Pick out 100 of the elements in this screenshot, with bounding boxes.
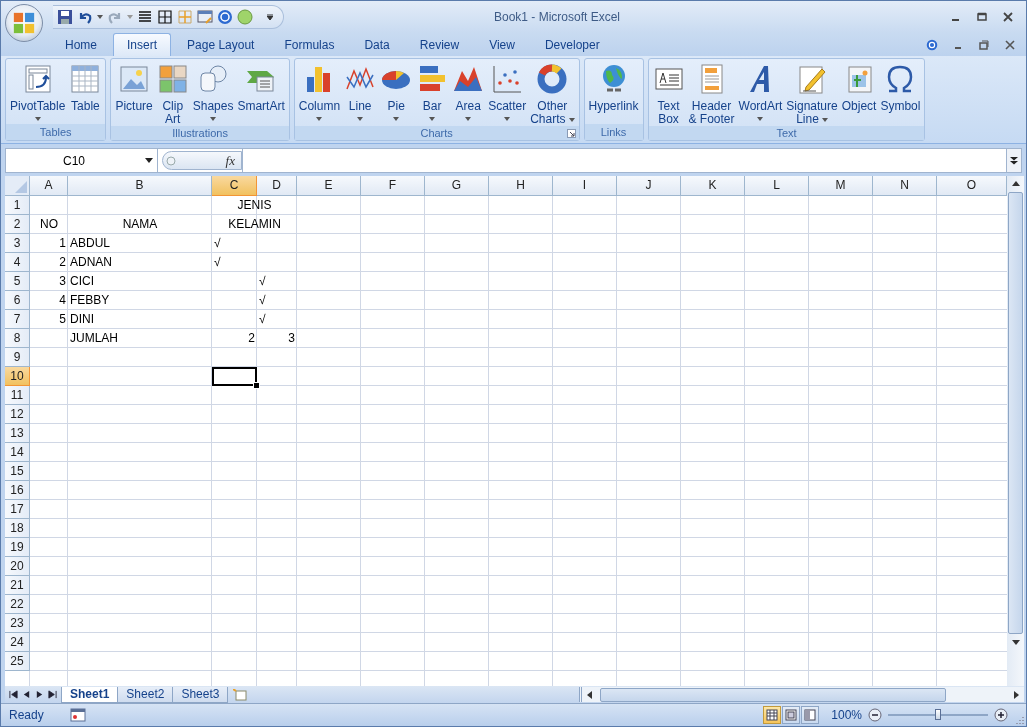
- close-icon[interactable]: [1004, 39, 1016, 51]
- expand-handle-icon[interactable]: [166, 155, 176, 166]
- scroll-left-icon[interactable]: [586, 690, 595, 699]
- maximize-icon[interactable]: [976, 10, 988, 23]
- row-header[interactable]: 7: [5, 310, 30, 329]
- row-header[interactable]: 11: [5, 386, 30, 405]
- sheet-tab[interactable]: Sheet3: [172, 686, 229, 703]
- ribbon-button[interactable]: Other Charts: [528, 61, 577, 126]
- column-header[interactable]: A: [30, 176, 68, 196]
- active-cell[interactable]: [212, 367, 257, 386]
- row-header[interactable]: 23: [5, 614, 30, 633]
- column-header[interactable]: I: [553, 176, 617, 196]
- ribbon-button[interactable]: WordArt: [736, 61, 785, 126]
- ribbon-button[interactable]: Text Box: [650, 61, 687, 126]
- resize-grip-icon[interactable]: [1014, 714, 1024, 724]
- row-header[interactable]: 22: [5, 595, 30, 614]
- ribbon-tab[interactable]: View: [475, 33, 529, 56]
- close-icon[interactable]: [1002, 10, 1014, 23]
- column-header[interactable]: G: [425, 176, 489, 196]
- last-sheet-icon[interactable]: [48, 690, 57, 699]
- ribbon-button[interactable]: Object: [839, 61, 879, 126]
- scroll-up-icon[interactable]: [1011, 180, 1020, 188]
- help-icon[interactable]: [217, 8, 233, 25]
- ribbon-button[interactable]: Table: [67, 61, 104, 124]
- name-box[interactable]: C10: [6, 149, 158, 172]
- slider-thumb[interactable]: [935, 709, 941, 720]
- ribbon-button[interactable]: PivotTable: [8, 61, 68, 124]
- first-sheet-icon[interactable]: [9, 690, 18, 699]
- scroll-right-icon[interactable]: [1012, 690, 1020, 699]
- ribbon-button[interactable]: Shapes: [190, 61, 236, 126]
- row-header[interactable]: 1: [5, 196, 30, 215]
- column-header[interactable]: N: [873, 176, 937, 196]
- page-layout-view-button[interactable]: [782, 706, 801, 724]
- ribbon-button[interactable]: Pie: [378, 61, 415, 126]
- ribbon-button[interactable]: Signature Line: [784, 61, 840, 126]
- column-header[interactable]: B: [68, 176, 212, 196]
- row-header[interactable]: 5: [5, 272, 30, 291]
- ribbon-button[interactable]: Picture: [113, 61, 155, 126]
- form-icon[interactable]: [197, 8, 213, 25]
- vertical-scrollbar[interactable]: [1007, 176, 1024, 686]
- ribbon-button[interactable]: Column: [296, 61, 343, 126]
- row-header[interactable]: 10: [5, 367, 30, 386]
- row-header[interactable]: 16: [5, 481, 30, 500]
- ribbon-button[interactable]: Hyperlink: [586, 61, 641, 124]
- border-lines-icon[interactable]: [137, 8, 153, 25]
- scroll-thumb[interactable]: [1008, 192, 1023, 634]
- customize-icon[interactable]: [267, 13, 273, 20]
- ribbon-button[interactable]: Line: [342, 61, 379, 126]
- column-header[interactable]: L: [745, 176, 809, 196]
- ribbon-button[interactable]: Scatter: [486, 61, 529, 126]
- ribbon-tab[interactable]: Data: [350, 33, 404, 56]
- row-header[interactable]: 6: [5, 291, 30, 310]
- next-sheet-icon[interactable]: [35, 690, 44, 699]
- column-header[interactable]: E: [297, 176, 361, 196]
- row-header[interactable]: 24: [5, 633, 30, 652]
- insert-function-button[interactable]: fx: [225, 152, 235, 169]
- column-header[interactable]: O: [937, 176, 1007, 196]
- row-header[interactable]: 20: [5, 557, 30, 576]
- ribbon-button[interactable]: Symbol: [878, 61, 923, 126]
- row-header[interactable]: 15: [5, 462, 30, 481]
- expand-formula-button[interactable]: [1006, 149, 1021, 172]
- row-header[interactable]: 4: [5, 253, 30, 272]
- all-borders-icon[interactable]: [157, 8, 173, 25]
- row-header[interactable]: 2: [5, 215, 30, 234]
- zoom-slider[interactable]: [888, 708, 988, 722]
- row-header[interactable]: 9: [5, 348, 30, 367]
- ribbon-tab[interactable]: Formulas: [270, 33, 349, 56]
- horizontal-scrollbar[interactable]: [579, 687, 1024, 702]
- row-header[interactable]: 18: [5, 519, 30, 538]
- row-header[interactable]: 21: [5, 576, 30, 595]
- column-header[interactable]: K: [681, 176, 745, 196]
- ribbon-tab[interactable]: Home: [51, 33, 111, 56]
- normal-view-button[interactable]: [763, 706, 782, 724]
- ribbon-tab[interactable]: Review: [405, 33, 474, 56]
- ribbon-tab[interactable]: Developer: [530, 33, 614, 56]
- ribbon-button[interactable]: Bar: [414, 61, 451, 126]
- sheet-tab[interactable]: Sheet2: [117, 686, 174, 703]
- sheet-tab[interactable]: Sheet1: [61, 686, 119, 703]
- row-header[interactable]: 13: [5, 424, 30, 443]
- dialog-launcher-icon[interactable]: [566, 128, 576, 138]
- row-header[interactable]: 25: [5, 652, 30, 671]
- column-header[interactable]: M: [809, 176, 873, 196]
- zoom-level[interactable]: 100%: [831, 708, 862, 722]
- row-header[interactable]: 8: [5, 329, 30, 348]
- row-header[interactable]: 17: [5, 500, 30, 519]
- ribbon-tab[interactable]: Page Layout: [173, 33, 269, 56]
- column-header[interactable]: D: [257, 176, 297, 196]
- help-icon[interactable]: [926, 39, 938, 51]
- previous-sheet-icon[interactable]: [22, 690, 31, 699]
- row-header[interactable]: 19: [5, 538, 30, 557]
- ribbon-button[interactable]: Clip Art: [154, 61, 191, 126]
- column-header[interactable]: J: [617, 176, 681, 196]
- column-header[interactable]: F: [361, 176, 425, 196]
- ribbon-button[interactable]: SmartArt: [235, 61, 287, 126]
- page-break-view-button[interactable]: [801, 706, 820, 724]
- caret-icon[interactable]: [97, 14, 103, 19]
- zoom-in-icon[interactable]: [994, 708, 1008, 722]
- zoom-out-icon[interactable]: [868, 708, 882, 722]
- row-header[interactable]: 14: [5, 443, 30, 462]
- save-icon[interactable]: [57, 8, 73, 25]
